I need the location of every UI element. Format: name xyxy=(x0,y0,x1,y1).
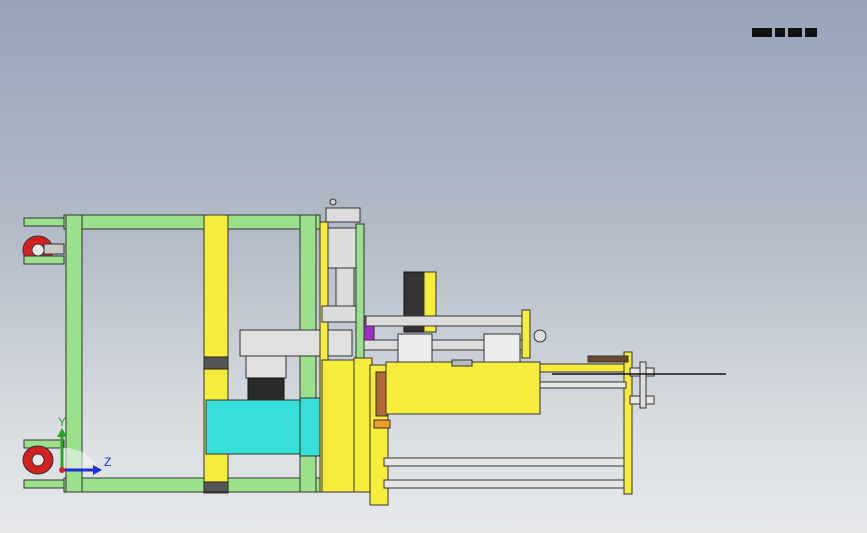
caster-bottom-left xyxy=(22,439,65,489)
caster-top-left xyxy=(22,217,65,265)
upper-cylinder xyxy=(363,271,547,365)
yellow-carriage xyxy=(385,359,541,415)
y-axis-label: Y xyxy=(58,415,66,429)
cad-viewport[interactable]: Y Z xyxy=(0,0,867,533)
z-axis-label: Z xyxy=(104,455,111,469)
machine-assembly-drawing: Y Z xyxy=(22,198,726,506)
